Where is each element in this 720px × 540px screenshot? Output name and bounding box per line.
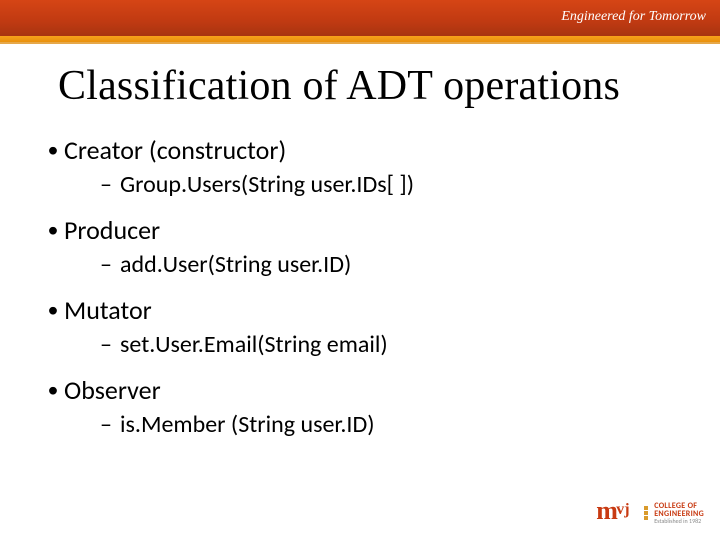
brand-logo: mvj COLLEGE OF ENGINEERING Established i… [596, 498, 704, 528]
logo-text: COLLEGE OF ENGINEERING Established in 19… [654, 502, 704, 524]
list-item-label: Creator (constructor) [64, 134, 286, 166]
dash-icon: – [100, 410, 120, 440]
slide: Engineered for Tomorrow Classification o… [0, 0, 720, 540]
dash-icon: – [100, 330, 120, 360]
bullet-icon: • [42, 214, 64, 246]
list-item: • Mutator [42, 294, 680, 326]
list-subitem-label: set.User.Email(String email) [120, 330, 388, 360]
logo-line3: Established in 1982 [654, 518, 704, 524]
logo-mark-icon: mvj [596, 498, 636, 528]
brand-tagline: Engineered for Tomorrow [561, 9, 706, 25]
list-subitem: – set.User.Email(String email) [100, 330, 680, 360]
list-item-label: Mutator [64, 294, 152, 326]
list-item-label: Observer [64, 374, 161, 406]
list-item: • Producer [42, 214, 680, 246]
bullet-icon: • [42, 294, 64, 326]
list-subitem-label: Group.Users(String user.IDs[ ]) [120, 170, 414, 200]
list-subitem: – Group.Users(String user.IDs[ ]) [100, 170, 680, 200]
header-band: Engineered for Tomorrow [0, 0, 720, 36]
list-subitem: – is.Member (String user.ID) [100, 410, 680, 440]
list-subitem-label: is.Member (String user.ID) [120, 410, 375, 440]
bullet-icon: • [42, 374, 64, 406]
list-subitem-label: add.User(String user.ID) [120, 250, 351, 280]
dash-icon: – [100, 250, 120, 280]
content-body: • Creator (constructor) – Group.Users(St… [42, 128, 680, 454]
divider-line [0, 42, 720, 44]
dash-icon: – [100, 170, 120, 200]
bullet-icon: • [42, 134, 64, 166]
list-item-label: Producer [64, 214, 160, 246]
list-subitem: – add.User(String user.ID) [100, 250, 680, 280]
list-item: • Observer [42, 374, 680, 406]
slide-title: Classification of ADT operations [58, 62, 620, 110]
list-item: • Creator (constructor) [42, 134, 680, 166]
logo-accent-icon [644, 506, 648, 520]
